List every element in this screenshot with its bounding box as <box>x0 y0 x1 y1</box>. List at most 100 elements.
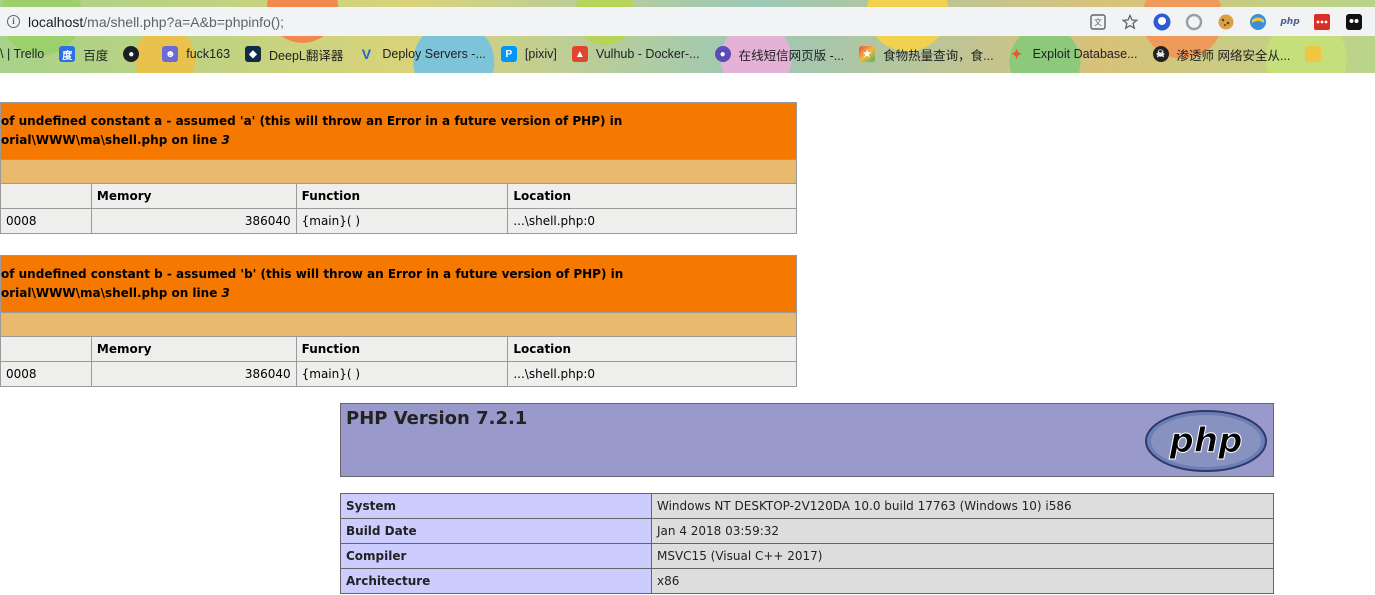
vulhub-icon: ▲ <box>571 46 588 62</box>
browser-chrome: i localhost/ma/shell.php?a=A&b=phpinfo()… <box>0 0 1375 73</box>
phpinfo-value: Jan 4 2018 03:59:32 <box>651 518 1274 544</box>
site-info-icon[interactable]: i <box>7 15 20 28</box>
notice-line-number: 3 <box>221 286 230 300</box>
bookmark-deepl-label: DeepL翻译器 <box>269 48 344 63</box>
bookmark-exploitdb[interactable]: ✦ Exploit Database... <box>1009 46 1138 62</box>
bookmark-baidu-label: 百度 <box>83 48 109 63</box>
address-bar[interactable]: i localhost/ma/shell.php?a=A&b=phpinfo()… <box>0 7 1375 36</box>
bookmark-pentest[interactable]: ☠ 渗透师 网络安全从... <box>1152 45 1291 64</box>
bookmark-fuck163[interactable]: ☻ fuck163 <box>162 46 230 62</box>
address-bar-actions: 文 php <box>1087 7 1375 36</box>
extension-globe-icon[interactable] <box>1247 11 1269 33</box>
stack-col-memory: Memory <box>90 336 297 362</box>
stack-function: {main}( ) <box>295 208 509 234</box>
bookmark-pixiv-label: [pixiv] <box>524 47 557 61</box>
bookmark-pentest-label: 渗透师 网络安全从... <box>1176 48 1291 63</box>
xdebug-notice-a: of undefined constant a - assumed 'a' (t… <box>0 102 797 234</box>
notice-message-line1: of undefined constant b - assumed 'b' (t… <box>1 267 624 281</box>
url-text[interactable]: localhost/ma/shell.php?a=A&b=phpinfo(); <box>28 14 284 30</box>
github-extension-icon[interactable] <box>1151 11 1173 33</box>
url-path: /ma/shell.php?a=A&b=phpinfo(); <box>83 13 285 30</box>
php-logo-text: php <box>1169 421 1243 461</box>
vultr-icon: V <box>361 46 372 62</box>
php-logo-icon: php <box>1145 410 1267 472</box>
extension-circle-icon[interactable] <box>1183 11 1205 33</box>
baidu-icon: 度 <box>59 46 76 62</box>
stack-row: 0008 386040 {main}( ) ...\shell.php:0 <box>0 208 797 234</box>
bookmark-food-label: 食物热量查询，食... <box>883 48 994 63</box>
folder-icon <box>1305 46 1322 62</box>
phpinfo-value: MSVC15 (Visual C++ 2017) <box>651 543 1274 569</box>
stack-col-location: Location <box>507 336 797 362</box>
svg-text:文: 文 <box>1094 17 1102 27</box>
stack-memory: 386040 <box>90 361 297 387</box>
phpinfo-key: Build Date <box>340 518 652 544</box>
stack-col-time <box>0 183 92 209</box>
bookmark-trello[interactable]: \ | Trello <box>0 47 44 61</box>
phpinfo-key: System <box>340 493 652 519</box>
notice-message-line1: of undefined constant a - assumed 'a' (t… <box>1 114 623 128</box>
netease-icon: ☻ <box>162 46 179 62</box>
notice-line-number: 3 <box>221 133 230 147</box>
stack-memory: 386040 <box>90 208 297 234</box>
bookmark-fuck163-label: fuck163 <box>186 47 231 61</box>
menu-extension-icon[interactable] <box>1311 11 1333 33</box>
bookmark-trello-label: \ | Trello <box>0 47 45 61</box>
exploitdb-icon: ✦ <box>1010 45 1023 62</box>
sms-icon: ● <box>714 46 731 62</box>
stack-col-function: Function <box>295 336 509 362</box>
call-stack-header <box>0 159 797 184</box>
bookmarks-bar: \ | Trello 度 百度 ● ☻ fuck163 ◆ DeepL翻译器 V… <box>0 42 1375 66</box>
bookmark-vultr[interactable]: V Deploy Servers -... <box>358 46 486 62</box>
bookmark-food[interactable]: ★ 食物热量查询，食... <box>859 45 994 64</box>
phpinfo-row: Build Date Jan 4 2018 03:59:32 <box>340 518 1274 544</box>
phpinfo-table: System Windows NT DESKTOP-2V120DA 10.0 b… <box>340 493 1274 594</box>
bookmark-sms-label: 在线短信网页版 -... <box>738 48 845 63</box>
stack-col-function: Function <box>295 183 509 209</box>
notice-message-line2: orial\WWW\ma\shell.php on line 3 <box>1 133 230 147</box>
url-host: localhost <box>28 13 84 30</box>
php-version-title: PHP Version 7.2.1 <box>346 408 528 429</box>
stack-time: 0008 <box>0 208 92 234</box>
stack-col-location: Location <box>507 183 797 209</box>
php-extension-icon[interactable]: php <box>1279 11 1301 33</box>
phpinfo-row: Architecture x86 <box>340 568 1274 594</box>
stack-col-memory: Memory <box>90 183 297 209</box>
bookmark-sms[interactable]: ● 在线短信网页版 -... <box>714 45 845 64</box>
notice-message: of undefined constant b - assumed 'b' (t… <box>0 255 797 313</box>
food-icon: ★ <box>859 46 876 62</box>
bookmark-github[interactable]: ● <box>123 46 147 62</box>
translate-icon[interactable]: 文 <box>1087 11 1109 33</box>
bookmark-exploitdb-label: Exploit Database... <box>1032 47 1138 61</box>
call-stack-header <box>0 312 797 337</box>
bookmark-vulhub-label: Vulhub - Docker-... <box>595 47 700 61</box>
bookmark-vulhub[interactable]: ▲ Vulhub - Docker-... <box>571 46 700 62</box>
phpinfo-header: PHP Version 7.2.1 php <box>340 403 1274 477</box>
xdebug-notice-b: of undefined constant b - assumed 'b' (t… <box>0 255 797 387</box>
phpinfo-row: System Windows NT DESKTOP-2V120DA 10.0 b… <box>340 493 1274 519</box>
stack-location: ...\shell.php:0 <box>507 208 797 234</box>
stack-col-time <box>0 336 92 362</box>
github-icon: ● <box>123 46 140 62</box>
notice-message: of undefined constant a - assumed 'a' (t… <box>0 102 797 160</box>
bookmark-baidu[interactable]: 度 百度 <box>59 45 108 64</box>
deepl-icon: ◆ <box>245 46 262 62</box>
stack-time: 0008 <box>0 361 92 387</box>
bookmark-deepl[interactable]: ◆ DeepL翻译器 <box>245 45 343 64</box>
phpinfo-row: Compiler MSVC15 (Visual C++ 2017) <box>340 543 1274 569</box>
notice-message-line2: orial\WWW\ma\shell.php on line 3 <box>1 286 230 300</box>
phpinfo-value: x86 <box>651 568 1274 594</box>
bookmark-folder[interactable] <box>1305 46 1329 62</box>
pentest-icon: ☠ <box>1152 46 1169 62</box>
bookmark-star-icon[interactable] <box>1119 11 1141 33</box>
stack-location: ...\shell.php:0 <box>507 361 797 387</box>
phpinfo-key: Compiler <box>340 543 652 569</box>
bookmark-pixiv[interactable]: P [pixiv] <box>500 46 557 62</box>
pixiv-icon: P <box>500 46 517 62</box>
cookie-icon[interactable] <box>1215 11 1237 33</box>
profile-avatar-icon[interactable] <box>1343 11 1365 33</box>
phpinfo-key: Architecture <box>340 568 652 594</box>
stack-function: {main}( ) <box>295 361 509 387</box>
bookmark-vultr-label: Deploy Servers -... <box>382 47 486 61</box>
stack-row: 0008 386040 {main}( ) ...\shell.php:0 <box>0 361 797 387</box>
